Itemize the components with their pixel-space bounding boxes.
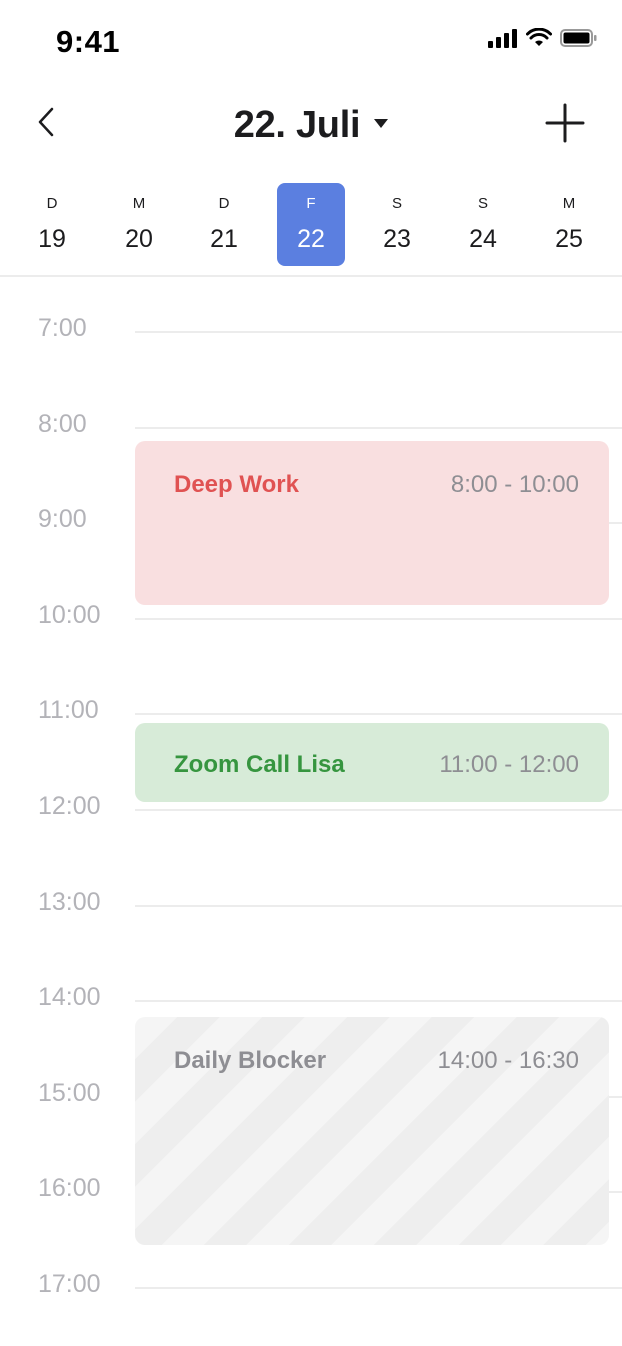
day-number: 20 [125,225,153,253]
hour-label: 7:00 [38,314,87,342]
day-21[interactable]: D 21 [190,183,258,266]
event-deep-work[interactable]: Deep Work 8:00 - 10:00 [135,441,609,605]
event-time: 11:00 - 12:00 [439,751,579,778]
status-bar: 9:41 [0,0,622,84]
event-title: Deep Work [174,471,299,498]
date-picker-toggle[interactable]: 22. Juli [0,102,622,148]
battery-icon [560,28,598,48]
hour-divider [135,809,622,811]
hour-row: 13:00 [0,888,622,916]
day-letter: M [562,195,576,212]
day-number: 23 [383,225,411,253]
wifi-icon [526,28,552,48]
hour-row: 11:00 [0,696,622,724]
day-number: 19 [38,225,66,253]
day-letter: F [306,195,316,212]
day-24[interactable]: S 24 [449,183,517,266]
day-25[interactable]: M 25 [535,183,603,266]
hour-row: 14:00 [0,983,622,1011]
hour-divider [135,331,622,333]
hour-label: 16:00 [38,1174,101,1202]
hour-row: 7:00 [0,314,622,342]
add-event-button[interactable] [542,102,588,148]
hour-divider [135,905,622,907]
day-letter: M [132,195,146,212]
hour-label: 13:00 [38,888,101,916]
day-letter: D [218,195,230,212]
hour-divider [135,618,622,620]
day-number: 21 [210,225,238,253]
hour-label: 17:00 [38,1270,101,1298]
page-title: 22. Juli [233,103,361,146]
day-23[interactable]: S 23 [363,183,431,266]
day-letter: S [391,195,402,212]
hour-divider [135,1000,622,1002]
day-letter: S [477,195,488,212]
event-title: Zoom Call Lisa [174,751,345,778]
day-22-selected[interactable]: F 22 [277,183,345,266]
event-time: 14:00 - 16:30 [437,1047,579,1074]
hour-row: 8:00 [0,410,622,438]
hour-row: 12:00 [0,792,622,820]
plus-icon [545,103,585,148]
day-19[interactable]: D 19 [18,183,86,266]
caret-down-icon [374,116,389,134]
hour-label: 11:00 [38,696,99,724]
hour-label: 10:00 [38,601,101,629]
hour-divider [135,1287,622,1289]
day-number: 22 [297,225,325,253]
hour-row: 10:00 [0,601,622,629]
event-time: 8:00 - 10:00 [450,471,579,498]
day-number: 24 [469,225,497,253]
cellular-signal-icon [488,28,518,48]
status-icons [488,28,598,48]
status-time: 9:41 [56,24,121,59]
hour-label: 9:00 [38,505,87,533]
day-number: 25 [555,225,583,253]
event-title: Daily Blocker [174,1047,327,1074]
hour-label: 8:00 [38,410,87,438]
hour-label: 14:00 [38,983,101,1011]
hour-divider [135,713,622,715]
hour-label: 12:00 [38,792,101,820]
event-zoom-call-lisa[interactable]: Zoom Call Lisa 11:00 - 12:00 [135,723,609,802]
hour-row: 17:00 [0,1270,622,1298]
week-strip: D 19 M 20 D 21 F 22 S 23 S 24 M 25 [0,183,622,277]
hour-divider [135,427,622,429]
event-daily-blocker[interactable]: Daily Blocker 14:00 - 16:30 [135,1017,609,1245]
hour-label: 15:00 [38,1079,101,1107]
day-20[interactable]: M 20 [105,183,173,266]
day-timeline[interactable]: 7:00 8:00 9:00 10:00 11:00 12:00 13:00 1… [0,277,622,1346]
header: 22. Juli [0,84,622,170]
day-letter: D [46,195,58,212]
